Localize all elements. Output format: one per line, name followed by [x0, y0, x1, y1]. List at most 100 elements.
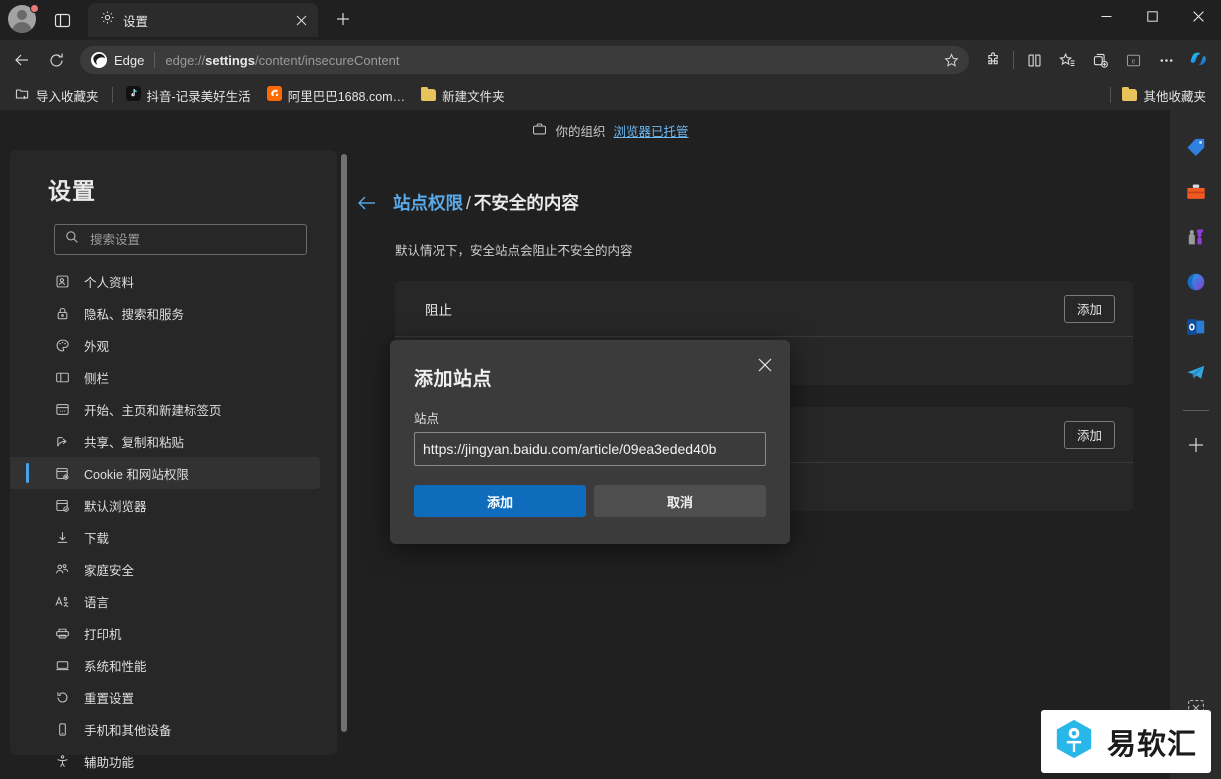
outlook-icon[interactable]: [1183, 314, 1209, 340]
tab-actions-icon[interactable]: [46, 5, 78, 35]
sidebar-item-label: 打印机: [84, 624, 122, 643]
cookie-permissions-icon: [54, 465, 70, 481]
sidebar-item-label: 共享、复制和粘贴: [84, 432, 184, 451]
sidebar-item-label: 下载: [84, 528, 109, 547]
sidebar-item-start-home-newtab[interactable]: 开始、主页和新建标签页: [10, 393, 320, 425]
add-allowed-site-button[interactable]: 添加: [1064, 421, 1115, 449]
sidebar-item-appearance[interactable]: 外观: [10, 329, 320, 361]
sidebar-item-label: 开始、主页和新建标签页: [84, 400, 222, 419]
tabstrip-left: 设置: [0, 0, 358, 40]
sidebar-item-label: 外观: [84, 336, 109, 355]
banner-link[interactable]: 浏览器已托管: [614, 121, 689, 140]
collections-icon[interactable]: [1084, 44, 1116, 76]
page-title: 设置: [10, 172, 337, 206]
dialog-title: 添加站点: [414, 364, 492, 391]
office-icon[interactable]: [1183, 269, 1209, 295]
language-icon: [54, 593, 70, 609]
more-icon[interactable]: [1150, 44, 1182, 76]
new-tab-button[interactable]: [328, 4, 358, 34]
sidebar-item-privacy[interactable]: 隐私、搜索和服务: [10, 297, 320, 329]
search-input[interactable]: [90, 233, 296, 247]
bookmark-new-folder[interactable]: 新建文件夹: [414, 83, 512, 107]
blocked-section-header: 阻止 添加: [395, 281, 1133, 337]
copilot-icon[interactable]: [1183, 44, 1215, 76]
extensions-icon[interactable]: [977, 44, 1009, 76]
refresh-icon[interactable]: [40, 44, 72, 76]
close-icon[interactable]: [290, 9, 312, 31]
sidebar-item-share-copy-paste[interactable]: 共享、复制和粘贴: [10, 425, 320, 457]
sidebar-item-label: 辅助功能: [84, 752, 134, 771]
import-favorites-icon: [15, 87, 30, 104]
add-blocked-site-button[interactable]: 添加: [1064, 295, 1115, 323]
back-arrow-icon[interactable]: [357, 193, 377, 213]
sidebar-item-label: 侧栏: [84, 368, 109, 387]
other-favorites-button[interactable]: 其他收藏夹: [1115, 83, 1213, 107]
favorites-icon[interactable]: [1051, 44, 1083, 76]
search-icon: [65, 230, 79, 249]
tools-icon[interactable]: [1183, 179, 1209, 205]
default-browser-icon: [54, 497, 70, 513]
bookmarks-bar: 导入收藏夹 抖音-记录美好生活 阿里巴巴1688.com… 新建文件夹: [0, 80, 1221, 110]
shopping-tag-icon[interactable]: [1183, 134, 1209, 160]
minimize-button[interactable]: [1083, 0, 1129, 32]
bookmark-alibaba[interactable]: 阿里巴巴1688.com…: [260, 83, 412, 107]
site-input[interactable]: [414, 432, 766, 466]
tab-title: 设置: [123, 11, 282, 30]
bookmark-label: 抖音-记录美好生活: [147, 86, 251, 105]
sidebar-item-label: 隐私、搜索和服务: [84, 304, 184, 323]
bookmark-douyin[interactable]: 抖音-记录美好生活: [119, 83, 258, 107]
search-settings-box[interactable]: [54, 224, 307, 255]
sidebar-scrollbar[interactable]: [341, 154, 347, 732]
sidebar-item-family-safety[interactable]: 家庭安全: [10, 553, 320, 585]
breadcrumb-parent-link[interactable]: 站点权限: [393, 193, 463, 213]
bookmarks-divider: [112, 87, 113, 103]
back-arrow-icon[interactable]: [6, 44, 38, 76]
sidebar-item-profile[interactable]: 个人资料: [10, 265, 320, 297]
breadcrumb: 站点权限/不安全的内容: [357, 190, 1170, 215]
edge-brand-chip: Edge: [90, 51, 144, 69]
sidebar-item-phone-other-devices[interactable]: 手机和其他设备: [10, 713, 320, 745]
window-controls: [1083, 0, 1221, 40]
sidebar-item-label: 家庭安全: [84, 560, 134, 579]
add-sidebar-app-button[interactable]: [1183, 432, 1209, 458]
sidebar-item-languages[interactable]: 语言: [10, 585, 320, 617]
maximize-button[interactable]: [1129, 0, 1175, 32]
games-icon[interactable]: [1183, 224, 1209, 250]
banner-text: 你的组织: [555, 121, 605, 140]
avatar[interactable]: [8, 5, 38, 35]
dialog-add-button[interactable]: 添加: [414, 485, 586, 517]
family-icon: [54, 561, 70, 577]
lock-icon: [54, 305, 70, 321]
sidebar-item-accessibility[interactable]: 辅助功能: [10, 745, 320, 777]
home-icon: [54, 401, 70, 417]
breadcrumb-text: 站点权限/不安全的内容: [393, 190, 579, 215]
browser-toolbar: Edge edge://settings/content/insecureCon…: [0, 40, 1221, 80]
title-bar: 设置: [0, 0, 1221, 40]
dialog-cancel-button[interactable]: 取消: [594, 485, 766, 517]
close-icon[interactable]: [750, 350, 780, 380]
profile-icon: [54, 273, 70, 289]
bookmark-import-favorites[interactable]: 导入收藏夹: [8, 83, 106, 107]
folder-icon: [1122, 89, 1137, 101]
close-button[interactable]: [1175, 0, 1221, 32]
sidebar-item-system-performance[interactable]: 系统和性能: [10, 649, 320, 681]
svg-text:e: e: [1131, 56, 1135, 65]
sidebar-item-cookies-site-permissions[interactable]: Cookie 和网站权限: [10, 457, 320, 489]
sidebar-item-downloads[interactable]: 下载: [10, 521, 320, 553]
split-screen-icon[interactable]: [1018, 44, 1050, 76]
browser-tab[interactable]: 设置: [88, 3, 318, 37]
telegram-icon[interactable]: [1183, 359, 1209, 385]
ie-mode-icon[interactable]: e: [1117, 44, 1149, 76]
phone-icon: [54, 721, 70, 737]
sidebar-item-printers[interactable]: 打印机: [10, 617, 320, 649]
sidebar-item-label: 重置设置: [84, 688, 134, 707]
accessibility-icon: [54, 753, 70, 769]
sidebar-item-label: 手机和其他设备: [84, 720, 172, 739]
sidebar-item-reset-settings[interactable]: 重置设置: [10, 681, 320, 713]
star-icon[interactable]: [937, 48, 965, 72]
sidebar-item-sidebar[interactable]: 侧栏: [10, 361, 320, 393]
omnibox-divider: [154, 52, 155, 68]
address-bar[interactable]: Edge edge://settings/content/insecureCon…: [80, 46, 969, 74]
sidebar-item-default-browser[interactable]: 默认浏览器: [10, 489, 320, 521]
sidebar-item-label: 默认浏览器: [84, 496, 147, 515]
